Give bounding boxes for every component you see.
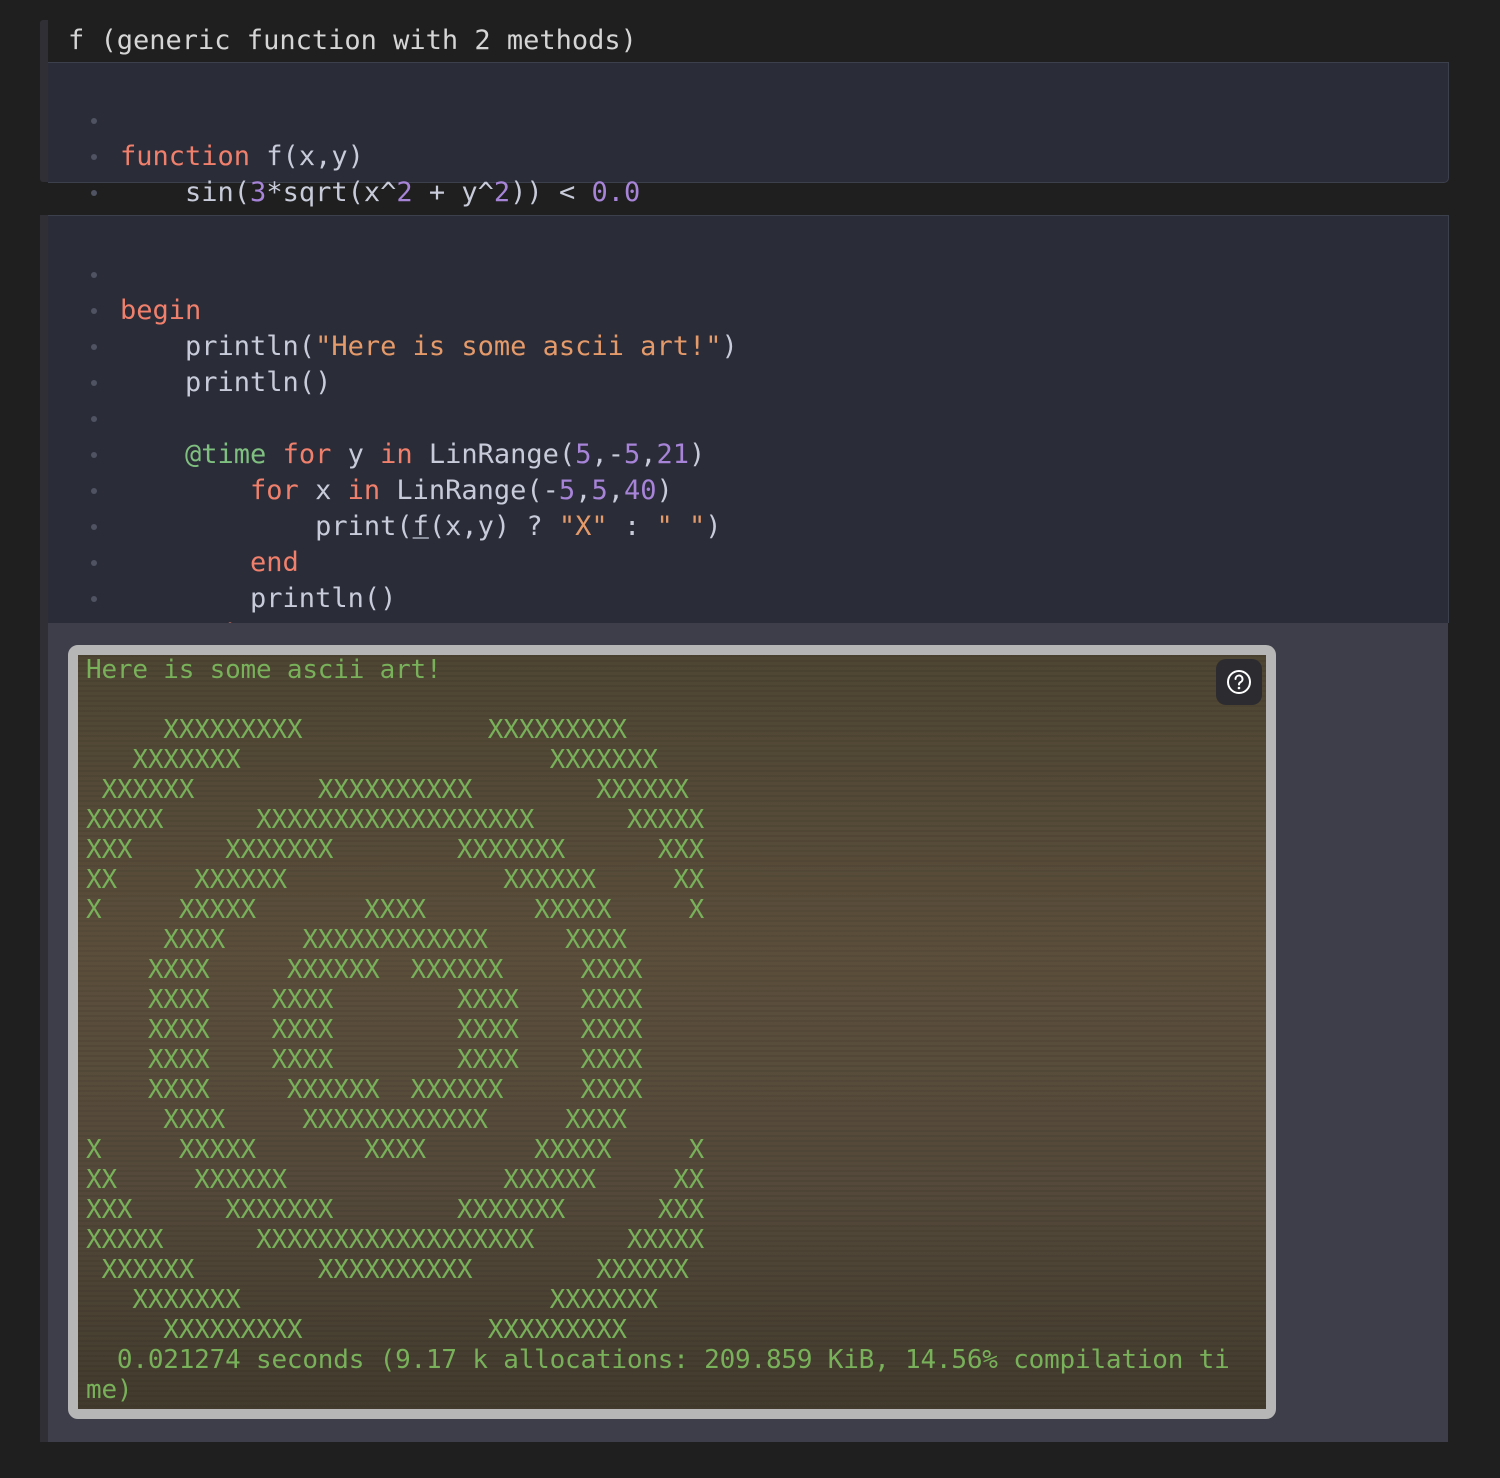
code-text: println() (120, 367, 332, 398)
code-line: for x in LinRange(-5,5,40) (48, 401, 673, 506)
code-line (48, 329, 146, 386)
code-text: *sqrt(x^ (266, 177, 397, 208)
keyword: in (347, 475, 381, 506)
function-reference[interactable]: f (413, 511, 429, 542)
help-button[interactable] (1216, 659, 1262, 705)
code-line: sin(3*sqrt(x^2 + y^2)) < 0.0 (48, 103, 640, 208)
code-text: LinRange( (412, 439, 576, 470)
code-line: println() (48, 509, 396, 614)
string-literal: "Here is some ascii art!" (315, 331, 722, 362)
code-text: , (575, 475, 592, 506)
number-literal: 5 (575, 439, 592, 470)
terminal-text: Here is some ascii art! XXXXXXXXX XXXXXX… (86, 655, 1230, 1405)
code-text: ) (705, 511, 722, 542)
keyword: for (266, 439, 332, 470)
keyword: in (380, 439, 413, 470)
code-text: ) (721, 331, 738, 362)
code-line: end (48, 581, 169, 686)
question-circle-icon (1227, 670, 1251, 694)
keyword: for (120, 475, 299, 506)
code-line: @time for y in LinRange(5,-5,21) (48, 365, 705, 470)
code-text: ,- (591, 439, 624, 470)
gutter-dot (91, 190, 97, 196)
cell-sidebar[interactable] (40, 215, 48, 1442)
code-text: + y^ (412, 177, 494, 208)
number-literal: 3 (250, 177, 267, 208)
code-text: println( (120, 331, 316, 362)
string-literal: " " (656, 511, 706, 542)
code-text: , (640, 439, 657, 470)
notebook-cell-2: begin println("Here is some ascii art!")… (40, 215, 1449, 1442)
code-text: (x,y) ? (428, 511, 559, 542)
terminal-output: Here is some ascii art! XXXXXXXXX XXXXXX… (68, 645, 1276, 1419)
code-text: : (607, 511, 657, 542)
code-line: end (48, 545, 234, 650)
code-line: end (48, 473, 299, 578)
keyword: end (120, 547, 299, 578)
code-text: )) < (510, 177, 592, 208)
code-text: ) (689, 439, 706, 470)
string-literal: "X" (558, 511, 608, 542)
cell-output-area: Here is some ascii art! XXXXXXXXX XXXXXX… (48, 623, 1448, 1442)
code-text: y (331, 439, 381, 470)
number-literal: 5 (591, 475, 608, 506)
number-literal: 21 (656, 439, 690, 470)
code-line: function f(x,y) (48, 67, 364, 172)
code-text: println() (120, 583, 397, 614)
number-literal: 5 (623, 439, 641, 470)
code-line: println("Here is some ascii art!") (48, 257, 738, 362)
code-text: ) (656, 475, 673, 506)
number-literal: 2 (396, 177, 413, 208)
code-line: end (48, 139, 169, 244)
cell-sidebar[interactable] (40, 20, 48, 182)
code-editor[interactable]: begin println("Here is some ascii art!")… (48, 215, 1449, 686)
code-text: f(x,y) (250, 141, 364, 172)
notebook-cell-1: f (generic function with 2 methods) func… (40, 20, 1449, 244)
code-text: , (607, 475, 624, 506)
code-line: print(f(x,y) ? "X" : " ") (48, 437, 722, 542)
number-literal: 5 (558, 475, 576, 506)
code-editor[interactable]: function f(x,y) sin(3*sqrt(x^2 + y^2)) <… (48, 62, 1449, 244)
cell-output: f (generic function with 2 methods) (68, 25, 637, 56)
code-text: LinRange(- (380, 475, 559, 506)
code-line: begin (48, 221, 201, 326)
number-literal: 2 (493, 177, 511, 208)
code-text: x (298, 475, 348, 506)
code-text: print( (120, 511, 413, 542)
number-literal: 40 (623, 475, 657, 506)
number-literal: 0.0 (591, 177, 641, 208)
code-line: println() (48, 293, 331, 398)
